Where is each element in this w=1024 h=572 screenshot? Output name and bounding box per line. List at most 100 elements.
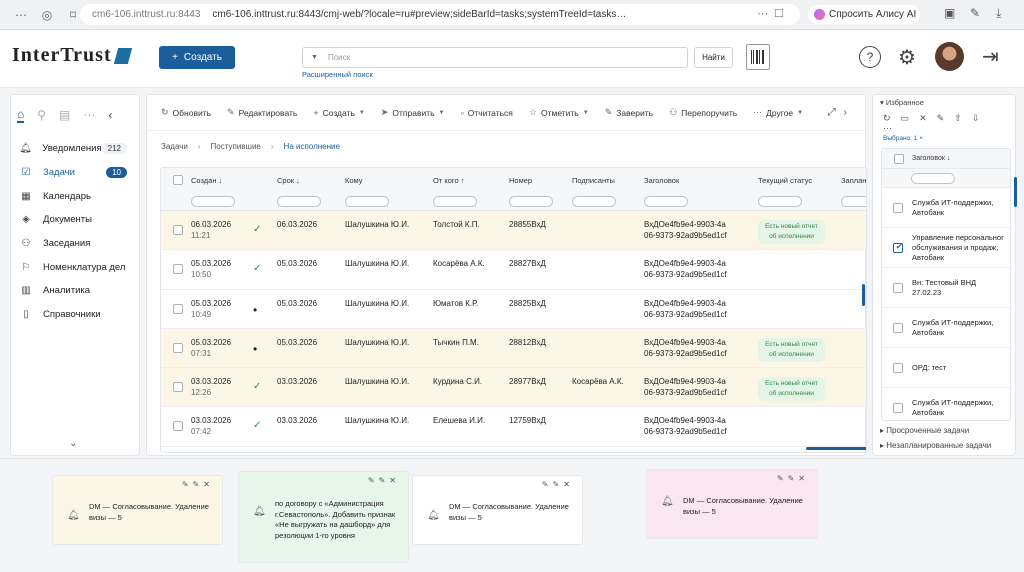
row-checkbox[interactable]	[173, 421, 183, 432]
home-icon[interactable]: ⌂	[17, 107, 25, 123]
item-checkbox[interactable]	[893, 403, 903, 413]
filter-from[interactable]	[433, 196, 477, 207]
row-checkbox[interactable]	[173, 264, 183, 275]
select-all-checkbox[interactable]	[894, 154, 904, 164]
item-checkbox[interactable]	[893, 323, 903, 333]
bookmark-star-icon[interactable]: ⋯☐	[757, 7, 790, 20]
sidebar-item-references[interactable]: ▯ Справочники	[11, 303, 139, 327]
row-checkbox[interactable]	[173, 342, 183, 353]
item-checkbox[interactable]	[893, 363, 903, 373]
table-row[interactable]: 06.03.2026 11:21 ✓ 06.03.2026 Шалушкина Ю.И.…	[161, 211, 866, 251]
sidebar-item-nomenclature[interactable]: ⚐ Номенклатура дел	[11, 255, 139, 279]
col-created[interactable]: Создан ↓	[191, 176, 222, 185]
filter-signers[interactable]	[572, 196, 616, 207]
move-down-icon[interactable]: ⇩	[972, 113, 990, 123]
notification-actions[interactable]: ✎✎✕	[542, 480, 574, 489]
mark-button[interactable]: ☆ Отметить ▼	[529, 107, 589, 118]
sidebar-item-notifications[interactable]: 🔔︎ Уведомления 212	[11, 137, 139, 161]
notification-actions[interactable]: ✎✎✕	[368, 476, 400, 485]
filter-to[interactable]	[345, 196, 389, 207]
favorites-item[interactable]: Служба ИТ-поддержки, Автобанк	[882, 308, 1010, 348]
selected-count[interactable]: Выбрано: 1 ×	[883, 135, 923, 142]
filter-due[interactable]	[277, 196, 321, 207]
horizontal-scrollbar[interactable]	[806, 447, 866, 450]
favorites-item[interactable]: Служба ИТ-поддержки, Автобанк	[882, 388, 1010, 420]
more-icon[interactable]: ⋯	[883, 123, 892, 134]
col-signers[interactable]: Подписанты	[572, 176, 615, 185]
item-checkbox[interactable]	[893, 203, 903, 213]
barcode-icon[interactable]	[746, 44, 770, 70]
menu-icon[interactable]: ⋯	[10, 4, 32, 26]
col-due[interactable]: Срок ↓	[277, 176, 300, 185]
chevron-down-icon[interactable]: ⌄	[69, 438, 77, 449]
other-button[interactable]: ⋯ Другое ▼	[753, 107, 803, 118]
extensions-icon[interactable]: ✎	[970, 6, 980, 20]
favorites-item[interactable]: ОРД: тест	[882, 348, 1010, 388]
row-checkbox[interactable]	[173, 225, 183, 235]
row-checkbox[interactable]	[173, 382, 183, 393]
table-row[interactable]: 05.03.2026 10:49 • 05.03.2026 Шалушкина Ю.И.…	[161, 290, 866, 329]
alice-button[interactable]: Спросить Алису AI	[808, 5, 920, 24]
wrench-icon[interactable]: ⚲	[37, 108, 46, 122]
sidebar-item-calendar[interactable]: ▦ Календарь	[11, 184, 139, 208]
select-all-checkbox[interactable]	[173, 175, 183, 185]
filter-planned[interactable]	[841, 196, 866, 207]
unplanned-tasks-link[interactable]: ▸ Незапланированные задачи	[880, 441, 991, 450]
briefcase-icon[interactable]: ▤	[59, 108, 70, 122]
notification-card[interactable]: ✎✎✕ 🔔︎ DM — Согласовывание. Удаление виз…	[646, 469, 818, 539]
sidebar-item-documents[interactable]: ◈ Документы	[11, 208, 139, 232]
favorites-toggle[interactable]: ▾ Избранное	[880, 98, 924, 107]
col-from[interactable]: От кого ↑	[433, 176, 464, 185]
address-bar[interactable]: cm6-106.inttrust.ru:8443 cm6-106.inttrus…	[80, 4, 800, 25]
col-number[interactable]: Номер	[509, 176, 532, 185]
more-icon[interactable]: ⋯	[83, 108, 95, 122]
item-checkbox[interactable]	[893, 283, 903, 293]
send-button[interactable]: ➤ Отправить ▼	[381, 107, 445, 118]
notification-card[interactable]: ✎✎✕ 🔔︎ по договору с «Администрация г.Се…	[238, 471, 409, 563]
table-row[interactable]: 03.03.2026 12:26 ✓ 03.03.2026 Шалушкина Ю.И.…	[161, 368, 866, 408]
shield-icon[interactable]: ◎	[36, 4, 58, 26]
approve-button[interactable]: ✎ Заверить	[605, 107, 653, 118]
advanced-search-link[interactable]: Расширенный поиск	[302, 70, 373, 79]
breadcrumb-tasks[interactable]: Задачи	[161, 142, 188, 151]
gear-icon[interactable]: ⚙	[896, 46, 918, 69]
col-planned[interactable]: Запланир	[841, 176, 866, 185]
table-row[interactable]: 05.03.2026 07:31 • 05.03.2026 Шалушкина Ю.И.…	[161, 328, 866, 369]
move-up-icon[interactable]: ⇧	[954, 113, 972, 123]
avatar[interactable]	[935, 42, 964, 71]
filter-number[interactable]	[509, 196, 553, 207]
row-checkbox[interactable]	[173, 303, 183, 314]
col-to[interactable]: Кому	[345, 176, 363, 185]
filter-title[interactable]	[644, 196, 688, 207]
notification-card[interactable]: ✎✎✕ 🔔︎ DM — Согласовывание. Удаление виз…	[412, 475, 583, 545]
col-status[interactable]: Текущий статус	[758, 176, 812, 185]
notification-actions[interactable]: ✎✎✕	[777, 474, 809, 483]
table-row[interactable]: 05.03.2026 10:50 ✓ 05.03.2026 Шалушкина Ю.И.…	[161, 250, 866, 290]
tabs-icon[interactable]: ▣	[944, 6, 955, 20]
sidebar-item-analytics[interactable]: ▥ Аналитика	[11, 279, 139, 303]
search-input[interactable]: ▼ Поиск	[302, 47, 688, 68]
chevron-down-icon[interactable]: ▼	[311, 54, 318, 61]
logout-icon[interactable]: ⇥	[982, 44, 999, 69]
expand-icon[interactable]: ⤢›	[828, 107, 855, 118]
favorites-item[interactable]: ✓ Управление персональног обслуживания и …	[882, 228, 1010, 268]
create-menu-button[interactable]: + Создать ▼	[313, 108, 365, 118]
reassign-button[interactable]: ⚇ Перепоручить	[669, 107, 737, 118]
report-button[interactable]: ▫ Отчитаться	[461, 108, 513, 118]
pencil-icon[interactable]: ✎	[937, 113, 955, 123]
sidebar-item-meetings[interactable]: ⚇ Заседания	[11, 232, 139, 256]
overdue-tasks-link[interactable]: ▸ Просроченные задачи	[880, 426, 969, 435]
notification-card[interactable]: ✎✎✕ 🔔︎ DM — Согласовывание. Удаление виз…	[52, 475, 223, 545]
vertical-scrollbar[interactable]	[1014, 177, 1017, 207]
close-icon[interactable]: ✕	[919, 113, 937, 123]
collapse-icon[interactable]: ‹	[108, 108, 112, 122]
vertical-scrollbar[interactable]	[862, 284, 865, 306]
breadcrumb-incoming[interactable]: Поступившие	[211, 142, 261, 151]
filter-title[interactable]	[911, 173, 955, 184]
notification-actions[interactable]: ✎✎✕	[182, 480, 214, 489]
favorites-item[interactable]: Служба ИТ-поддержки, Автобанк	[882, 188, 1010, 228]
download-icon[interactable]: ⤓	[996, 6, 1001, 21]
refresh-icon[interactable]: ↻	[883, 113, 901, 123]
table-row[interactable]: 03.03.2026 07:42 ✓ 03.03.2026 Шалушкина Ю.И.…	[161, 407, 866, 447]
filter-status[interactable]	[758, 196, 802, 207]
